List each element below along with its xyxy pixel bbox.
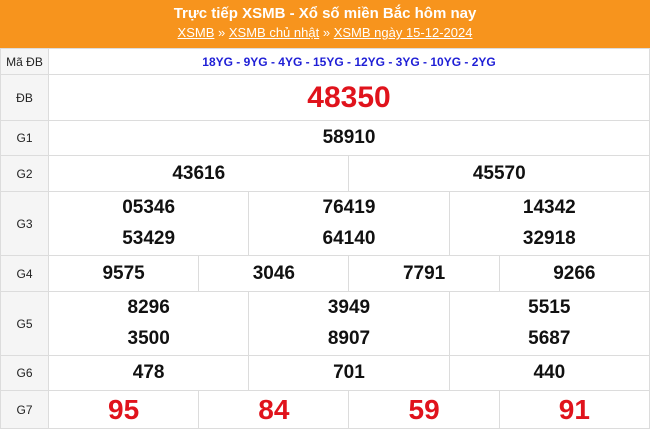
row-g1: G1 58910: [0, 120, 650, 156]
row-g3: G3 05346 76419 14342: [0, 191, 650, 256]
row-db: ĐB 48350: [0, 74, 650, 121]
label-g6: G6: [0, 355, 49, 391]
row-g7: G7 95 84 59 91: [0, 390, 650, 429]
g7-number: 91: [498, 390, 650, 429]
label-db: ĐB: [0, 74, 49, 121]
breadcrumb-xsmb-sunday[interactable]: XSMB chủ nhật: [229, 25, 319, 40]
row-ma-db: Mã ĐB 18YG - 9YG - 4YG - 15YG - 12YG - 3…: [0, 48, 650, 75]
g3-number: 05346: [47, 191, 250, 224]
g5-number: 5515: [448, 291, 650, 324]
row-g6: G6 478 701 440: [0, 355, 650, 391]
results-header: Trực tiếp XSMB - Xổ số miền Bắc hôm nay …: [0, 0, 650, 48]
page-title: Trực tiếp XSMB - Xổ số miền Bắc hôm nay: [173, 5, 477, 22]
g4-number: 3046: [198, 255, 350, 292]
xsmb-results-page: Trực tiếp XSMB - Xổ số miền Bắc hôm nay …: [0, 0, 650, 429]
label-g4: G4: [0, 255, 49, 292]
g2-number: 43616: [47, 155, 350, 192]
g5-number: 3949: [248, 291, 450, 324]
g3-number: 32918: [448, 223, 650, 256]
g3-number: 64140: [248, 223, 450, 256]
results-table: Mã ĐB 18YG - 9YG - 4YG - 15YG - 12YG - 3…: [0, 48, 650, 429]
g5-number: 8907: [248, 323, 450, 356]
g1-number: 58910: [48, 120, 650, 156]
g4-number: 9575: [47, 255, 200, 292]
label-g5: G5: [0, 291, 49, 356]
g4-number: 9266: [498, 255, 650, 292]
g7-number: 84: [198, 390, 350, 429]
g3-number: 53429: [47, 223, 250, 256]
label-g2: G2: [0, 155, 49, 192]
g4-number: 7791: [348, 255, 500, 292]
row-g5: G5 8296 3949 5515: [0, 291, 650, 356]
g5-number: 3500: [47, 323, 250, 356]
g5-number: 8296: [47, 291, 250, 324]
g2-number: 45570: [348, 155, 650, 192]
g7-number: 59: [348, 390, 500, 429]
label-g7: G7: [0, 390, 49, 429]
label-g3: G3: [0, 191, 49, 256]
g6-number: 701: [248, 355, 450, 391]
special-prize-number: 48350: [48, 74, 650, 121]
breadcrumb-xsmb[interactable]: XSMB: [178, 25, 215, 40]
row-g3-b: 53429 64140 32918: [1, 223, 650, 256]
row-g4: G4 9575 3046 7791 9266: [0, 255, 650, 292]
g6-number: 478: [47, 355, 250, 391]
breadcrumb-xsmb-date[interactable]: XSMB ngày 15-12-2024: [334, 25, 473, 40]
row-g5-b: 3500 8907 5687: [1, 323, 650, 356]
label-g1: G1: [0, 120, 49, 156]
breadcrumb: XSMB » XSMB chủ nhật » XSMB ngày 15-12-2…: [0, 25, 650, 41]
row-g2: G2 43616 45570: [0, 155, 650, 192]
label-ma-db: Mã ĐB: [0, 48, 49, 75]
special-codes: 18YG - 9YG - 4YG - 15YG - 12YG - 3YG - 1…: [48, 48, 650, 75]
breadcrumb-separator: »: [218, 25, 226, 40]
g6-number: 440: [448, 355, 650, 391]
g3-number: 76419: [248, 191, 450, 224]
g3-number: 14342: [448, 191, 650, 224]
g5-number: 5687: [448, 323, 650, 356]
g7-number: 95: [47, 390, 200, 429]
breadcrumb-separator: »: [322, 25, 331, 40]
